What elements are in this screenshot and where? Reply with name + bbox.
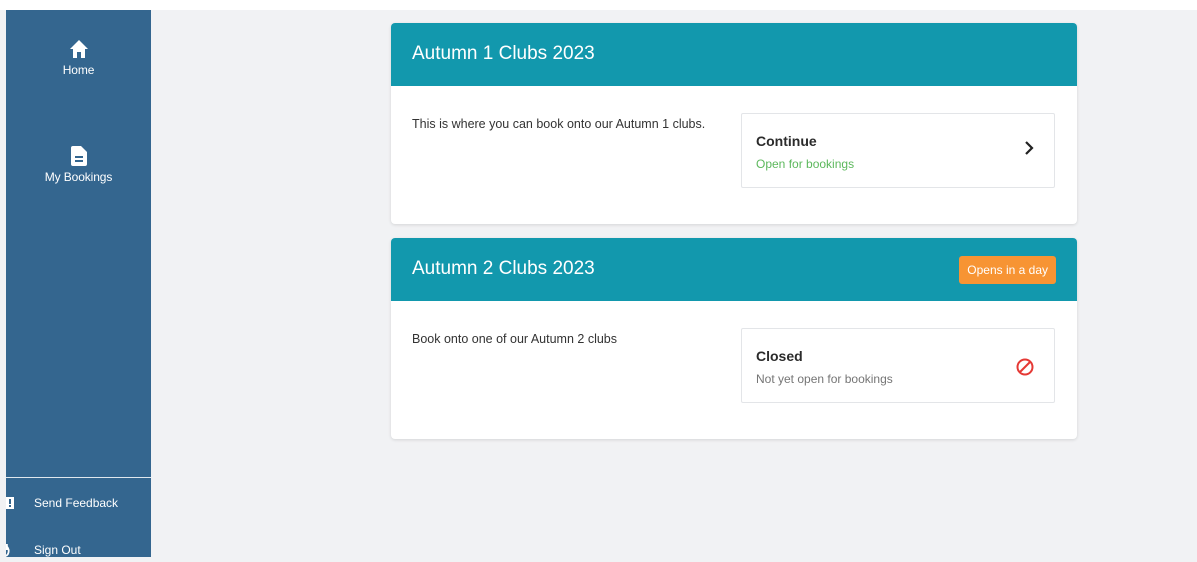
chevron-right-icon (1025, 141, 1034, 155)
top-bar (0, 0, 1197, 10)
card-description: This is where you can book onto our Autu… (412, 117, 706, 131)
action-status: Not yet open for bookings (756, 372, 893, 386)
action-title: Closed (756, 348, 803, 364)
card-title: Autumn 2 Clubs 2023 (412, 258, 595, 279)
action-title: Continue (756, 133, 817, 149)
club-card-autumn-1: Autumn 1 Clubs 2023 This is where you ca… (391, 23, 1077, 224)
opens-badge: Opens in a day (959, 256, 1056, 284)
sidebar-item-label: My Bookings (44, 170, 113, 184)
continue-button[interactable]: Continue Open for bookings (741, 113, 1055, 188)
sign-out-button[interactable]: Sign Out (6, 538, 151, 562)
home-icon (69, 40, 88, 58)
card-description: Book onto one of our Autumn 2 clubs (412, 332, 617, 346)
card-header: Autumn 2 Clubs 2023 Opens in a day (391, 238, 1077, 301)
document-icon (70, 146, 87, 166)
sidebar-item-home[interactable]: Home (6, 39, 151, 77)
sidebar-item-my-bookings[interactable]: My Bookings (6, 146, 151, 184)
send-feedback-label: Send Feedback (34, 496, 119, 510)
sidebar: Home My Bookings Send Feedback Sign Out (6, 10, 151, 557)
feedback-icon (6, 497, 14, 509)
sidebar-divider (6, 477, 151, 478)
blocked-icon (1016, 358, 1034, 376)
card-title: Autumn 1 Clubs 2023 (412, 43, 595, 64)
closed-status-box: Closed Not yet open for bookings (741, 328, 1055, 403)
action-status: Open for bookings (756, 157, 855, 171)
send-feedback-button[interactable]: Send Feedback (6, 491, 151, 515)
sidebar-item-label: Home (62, 63, 95, 77)
club-card-autumn-2: Autumn 2 Clubs 2023 Opens in a day Book … (391, 238, 1077, 439)
sign-out-label: Sign Out (34, 543, 81, 557)
card-header: Autumn 1 Clubs 2023 (391, 23, 1077, 86)
power-icon (6, 544, 10, 557)
